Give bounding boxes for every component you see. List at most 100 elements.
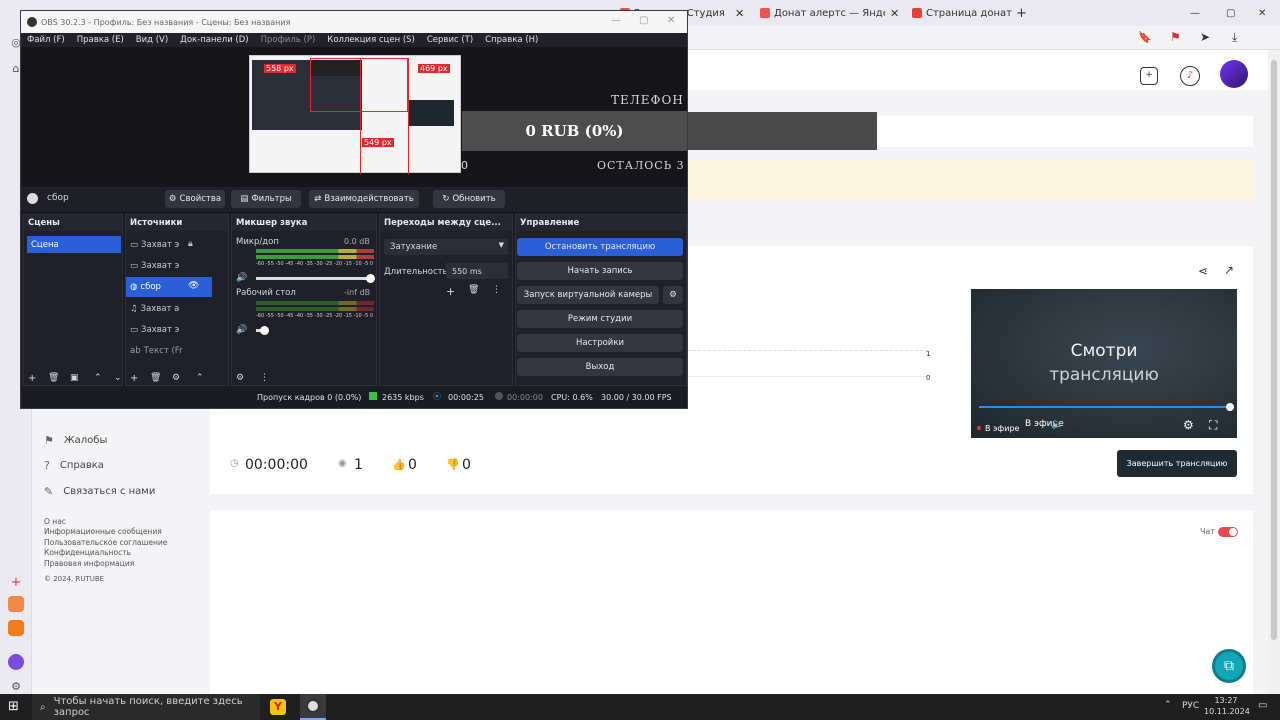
page-scrollbar[interactable]: [1268, 50, 1280, 694]
share-icon[interactable]: ⋖: [1198, 264, 1208, 278]
virtual-camera-button[interactable]: Запуск виртуальной камеры: [517, 286, 659, 304]
add-icon[interactable]: +: [130, 373, 138, 384]
support-chat-button[interactable]: ⧉: [1212, 649, 1246, 683]
add-icon[interactable]: +: [446, 285, 455, 298]
settings-icon[interactable]: ⚙: [8, 678, 24, 694]
menu-scene-collection[interactable]: Коллекция сцен (S): [321, 35, 421, 45]
progress-bar[interactable]: [979, 406, 1231, 408]
transition-select[interactable]: Затухание ▼: [384, 239, 508, 255]
stop-stream-button[interactable]: Остановить трансляцию: [517, 238, 683, 256]
gear-icon[interactable]: ⚙: [172, 373, 180, 383]
app-icon[interactable]: [8, 620, 24, 636]
add-icon[interactable]: +: [28, 373, 36, 384]
cursor-icon[interactable]: ➤: [1200, 30, 1210, 44]
footer-link-info[interactable]: Информационные сообщения: [44, 527, 162, 536]
delete-icon[interactable]: 🗑: [468, 285, 479, 295]
volume-icon[interactable]: 🔈: [1051, 419, 1063, 430]
footer-link-legal[interactable]: Правовая информация: [44, 559, 134, 568]
duration-field[interactable]: 550 ms: [446, 263, 508, 279]
chat-toggle[interactable]: [1218, 527, 1238, 537]
footer-link-agreement[interactable]: Пользовательское соглашение: [44, 538, 167, 547]
close-tab-icon[interactable]: ✕: [890, 4, 908, 22]
fullscreen-icon[interactable]: ⛶: [1209, 418, 1217, 433]
selection-box[interactable]: [310, 58, 408, 112]
menu-edit[interactable]: Правка (E): [71, 35, 130, 45]
move-up-icon[interactable]: ⌃: [94, 373, 102, 383]
volume-handle[interactable]: [366, 274, 375, 283]
configure-icon[interactable]: ▣: [70, 373, 79, 383]
filters-button[interactable]: ▤ Фильтры: [231, 190, 301, 208]
speaker-icon[interactable]: 🔊: [236, 325, 247, 335]
move-up-icon[interactable]: ⌃: [196, 373, 204, 383]
add-icon[interactable]: +: [8, 574, 24, 590]
studio-mode-button[interactable]: Режим студии: [517, 310, 683, 328]
tab-donation-page[interactable]: Страница донатов Пане: [912, 4, 1012, 22]
menu-view[interactable]: Вид (V): [130, 35, 174, 45]
gear-icon[interactable]: ⚙: [236, 373, 244, 383]
menu-docks[interactable]: Док-панели (D): [174, 35, 254, 45]
end-stream-button[interactable]: Завершить трансляцию: [1117, 450, 1237, 477]
avatar[interactable]: [1220, 60, 1248, 88]
volume-slider[interactable]: [256, 277, 370, 280]
footer-link-privacy[interactable]: Конфиденциальность: [44, 548, 131, 557]
menu-file[interactable]: Файл (F): [21, 35, 71, 45]
upload-icon[interactable]: +: [1140, 67, 1158, 85]
speaker-icon[interactable]: 🔊: [236, 273, 247, 283]
dislike-icon[interactable]: 👎: [446, 458, 460, 471]
source-item[interactable]: ▭ Захват э: [126, 256, 212, 276]
eye-icon[interactable]: 👁: [188, 281, 199, 291]
obs-taskbar-item[interactable]: [300, 694, 326, 720]
interact-button[interactable]: ⇄ Взаимодействовать: [309, 190, 419, 208]
close-icon[interactable]: ✕: [667, 15, 675, 26]
source-item[interactable]: ♫ Захват а: [126, 299, 212, 319]
windows-start-icon[interactable]: ⊞: [8, 699, 19, 714]
sidebar-item-help[interactable]: ? Справка: [44, 459, 104, 472]
virtual-camera-settings-button[interactable]: ⚙: [663, 286, 683, 304]
scene-item[interactable]: Сцена: [27, 236, 121, 253]
open-external-icon[interactable]: ↗: [1224, 263, 1234, 277]
properties-button[interactable]: ⚙ Свойства: [165, 190, 225, 208]
video-player[interactable]: Смотри трансляцию В эфире В эфире 🔈 ⚙ ⛶: [971, 289, 1237, 438]
menu-help[interactable]: Справка (H): [479, 35, 544, 45]
minimize-icon[interactable]: —: [611, 15, 621, 26]
close-window-icon[interactable]: ✕: [1258, 4, 1274, 22]
more-icon[interactable]: ⋮: [492, 285, 501, 295]
volume-handle[interactable]: [260, 326, 269, 335]
download-icon[interactable]: ⤓: [1232, 30, 1237, 45]
settings-icon[interactable]: ⚙: [1183, 418, 1194, 432]
maximize-icon[interactable]: ▢: [639, 15, 648, 26]
delete-icon[interactable]: 🗑: [48, 373, 59, 383]
refresh-button[interactable]: ↻ Обновить: [433, 190, 505, 208]
clock-date[interactable]: 10.11.2024: [1204, 707, 1250, 716]
sidebar-item-complaints[interactable]: ⚑ Жалобы: [44, 434, 107, 447]
bookmark-active-icon[interactable]: ⚑: [1170, 30, 1181, 44]
taskbar-search[interactable]: ⌕ Чтобы начать поиск, введите здесь запр…: [32, 694, 260, 720]
language-indicator[interactable]: РУС: [1182, 701, 1199, 711]
settings-button[interactable]: Настройки: [517, 334, 683, 352]
start-record-button[interactable]: Начать запись: [517, 262, 683, 280]
tray-chevron-icon[interactable]: ⌃: [1164, 700, 1172, 710]
delete-icon[interactable]: 🗑: [150, 373, 161, 383]
close-tab-icon[interactable]: ✕: [735, 4, 753, 22]
bookmark-icon[interactable]: 🔖: [1138, 31, 1152, 44]
obs-preview[interactable]: 558 px 469 px 549 px ТЕЛЕФОН 0 RUB (0%) …: [21, 47, 687, 189]
alice-icon[interactable]: [8, 654, 24, 670]
exit-button[interactable]: Выход: [517, 358, 683, 376]
app-icon[interactable]: [8, 596, 24, 612]
notification-center-icon[interactable]: ▭: [1258, 700, 1267, 711]
source-item[interactable]: ab Текст (Fr: [126, 341, 212, 361]
source-item[interactable]: ▭ Захват э: [126, 320, 212, 340]
tab-donation-alerts[interactable]: Донат алертс — Яндекс:: [760, 4, 885, 22]
menu-profile[interactable]: Профиль (P): [255, 35, 322, 45]
new-tab-icon[interactable]: +: [1016, 4, 1032, 22]
lock-icon[interactable]: 🔒︎: [188, 239, 193, 249]
source-item[interactable]: ▭ Захват э: [126, 235, 212, 255]
like-icon[interactable]: 👍: [392, 458, 406, 471]
footer-link-about[interactable]: О нас: [44, 517, 66, 526]
move-down-icon[interactable]: ⌄: [114, 373, 122, 383]
sidebar-item-contact[interactable]: ✎ Связаться с нами: [44, 485, 155, 498]
more-icon[interactable]: ⋮: [260, 373, 269, 383]
notifications-icon[interactable]: ♪: [1180, 66, 1200, 86]
clock-time[interactable]: 13:27: [1204, 696, 1248, 705]
menu-tools[interactable]: Сервис (T): [421, 35, 479, 45]
